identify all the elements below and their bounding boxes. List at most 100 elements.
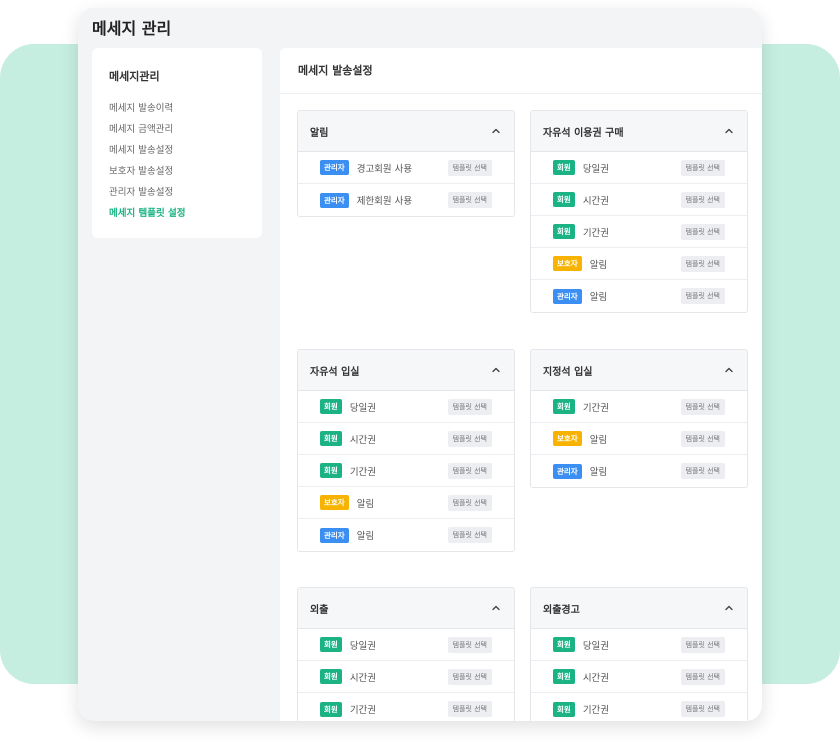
card-row: 관리자 제한회원 사용 템플릿 선택	[298, 184, 514, 216]
template-select-button[interactable]: 템플릿 선택	[680, 255, 725, 272]
template-select-button[interactable]: 템플릿 선택	[447, 494, 492, 511]
template-select-button[interactable]: 템플릿 선택	[680, 159, 725, 176]
role-badge: 보호자	[320, 495, 349, 510]
template-select-button[interactable]: 템플릿 선택	[447, 636, 492, 653]
template-select-button[interactable]: 템플릿 선택	[680, 668, 725, 685]
role-badge: 회원	[553, 160, 575, 175]
role-badge: 회원	[320, 701, 342, 717]
chevron-up-icon[interactable]	[723, 602, 735, 614]
settings-card: 지정석 입실 회원 기간권 템플릿 선택 보호자 알림 템플릿 선택 관리자 알림 템플릿 선택	[530, 349, 748, 488]
sidebar-item-price-management[interactable]: 메세지 금액관리	[109, 119, 245, 140]
settings-card: 알림 관리자 경고회원 사용 템플릿 선택 관리자 제한회원 사용 템플릿 선택	[297, 110, 515, 217]
template-select-button[interactable]: 템플릿 선택	[447, 668, 492, 685]
chevron-up-icon[interactable]	[490, 364, 502, 376]
card-row: 보호자 알림 템플릿 선택	[531, 248, 747, 280]
role-badge: 관리자	[320, 192, 349, 208]
sidebar-item-send-history[interactable]: 메세지 발송이력	[109, 98, 245, 119]
card-row: 회원 기간권 템플릿 선택	[298, 693, 514, 721]
card-row: 관리자 알림 템플릿 선택	[298, 519, 514, 551]
row-label: 당일권	[349, 640, 377, 652]
role-badge: 회원	[553, 637, 575, 652]
template-select-button[interactable]: 템플릿 선택	[447, 430, 492, 447]
template-select-button[interactable]: 템플릿 선택	[680, 223, 725, 240]
role-badge: 보호자	[553, 431, 582, 446]
template-select-button[interactable]: 템플릿 선택	[680, 430, 725, 447]
row-label: 시간권	[582, 672, 610, 684]
card-row: 보호자 알림 템플릿 선택	[298, 487, 514, 519]
row-label: 당일권	[349, 402, 377, 414]
row-label: 당일권	[582, 640, 610, 652]
card-header[interactable]: 지정석 입실	[531, 350, 747, 391]
row-label: 시간권	[582, 195, 610, 207]
template-select-button[interactable]: 템플릿 선택	[680, 463, 725, 479]
role-badge: 회원	[320, 431, 342, 446]
role-badge: 회원	[553, 224, 575, 239]
row-label: 기간권	[582, 705, 610, 716]
role-badge: 회원	[320, 463, 342, 478]
app-window: 메세지 관리 메세지관리 메세지 발송이력 메세지 금액관리 메세지 발송설정 …	[78, 8, 762, 721]
role-badge: 회원	[320, 399, 342, 414]
card-row: 회원 기간권 템플릿 선택	[531, 391, 747, 423]
template-select-button[interactable]: 템플릿 선택	[680, 191, 725, 208]
row-label: 알림	[589, 292, 608, 303]
card-row: 회원 시간권 템플릿 선택	[531, 661, 747, 693]
card-row: 보호자 알림 템플릿 선택	[531, 423, 747, 455]
card-row: 회원 시간권 템플릿 선택	[298, 423, 514, 455]
role-badge: 관리자	[320, 527, 349, 543]
card-header[interactable]: 외출	[298, 588, 514, 629]
template-select-button[interactable]: 템플릿 선택	[447, 462, 492, 479]
card-row: 회원 시간권 템플릿 선택	[298, 661, 514, 693]
row-label: 기간권	[582, 402, 610, 414]
row-label: 기간권	[582, 227, 610, 239]
template-select-button[interactable]: 템플릿 선택	[680, 701, 725, 717]
role-badge: 회원	[553, 701, 575, 717]
template-select-button[interactable]: 템플릿 선택	[447, 192, 492, 208]
settings-card: 자유석 이용권 구매 회원 당일권 템플릿 선택 회원 시간권 템플릿 선택 회원 기간권 템플릿…	[530, 110, 748, 313]
card-title: 알림	[310, 127, 329, 139]
template-select-button[interactable]: 템플릿 선택	[447, 527, 492, 543]
card-title: 지정석 입실	[543, 366, 593, 378]
row-label: 알림	[356, 531, 375, 542]
sidebar-item-guardian-settings[interactable]: 보호자 발송설정	[109, 161, 245, 182]
template-select-button[interactable]: 템플릿 선택	[680, 398, 725, 415]
sidebar-item-template-settings[interactable]: 메세지 템플릿 설정	[109, 203, 245, 224]
row-label: 기간권	[349, 705, 377, 716]
card-title: 자유석 입실	[310, 366, 360, 378]
role-badge: 보호자	[553, 256, 582, 271]
card-header[interactable]: 알림	[298, 111, 514, 152]
row-label: 당일권	[582, 163, 610, 175]
sidebar-item-send-settings[interactable]: 메세지 발송설정	[109, 140, 245, 161]
card-header[interactable]: 외출경고	[531, 588, 747, 629]
template-select-button[interactable]: 템플릿 선택	[680, 636, 725, 653]
chevron-up-icon[interactable]	[490, 602, 502, 614]
row-label: 알림	[356, 498, 375, 510]
template-select-button[interactable]: 템플릿 선택	[447, 701, 492, 717]
page-title: 메세지 관리	[92, 19, 172, 38]
role-badge: 회원	[320, 669, 342, 684]
card-row: 회원 시간권 템플릿 선택	[531, 184, 747, 216]
sidebar: 메세지관리 메세지 발송이력 메세지 금액관리 메세지 발송설정 보호자 발송설…	[92, 48, 262, 238]
chevron-up-icon[interactable]	[723, 364, 735, 376]
template-select-button[interactable]: 템플릿 선택	[447, 398, 492, 415]
card-row: 관리자 알림 템플릿 선택	[531, 455, 747, 487]
card-title: 외출	[310, 604, 329, 616]
card-title: 자유석 이용권 구매	[543, 127, 624, 139]
row-label: 알림	[589, 259, 608, 271]
row-label: 알림	[589, 434, 608, 446]
row-label: 시간권	[349, 434, 377, 446]
main-panel: 메세지 발송설정 알림 관리자 경고회원 사용 템플릿 선택 관리자 제한회원 사용 템플릿…	[280, 48, 762, 721]
role-badge: 관리자	[553, 463, 582, 479]
role-badge: 회원	[553, 399, 575, 414]
card-header[interactable]: 자유석 입실	[298, 350, 514, 391]
row-label: 경고회원 사용	[356, 163, 413, 175]
template-select-button[interactable]: 템플릿 선택	[447, 159, 492, 176]
chevron-up-icon[interactable]	[490, 125, 502, 137]
card-row: 회원 당일권 템플릿 선택	[298, 629, 514, 661]
template-select-button[interactable]: 템플릿 선택	[680, 288, 725, 304]
role-badge: 관리자	[553, 288, 582, 304]
role-badge: 회원	[553, 669, 575, 684]
card-row: 회원 기간권 템플릿 선택	[298, 455, 514, 487]
sidebar-item-admin-settings[interactable]: 관리자 발송설정	[109, 182, 245, 203]
card-header[interactable]: 자유석 이용권 구매	[531, 111, 747, 152]
chevron-up-icon[interactable]	[723, 125, 735, 137]
